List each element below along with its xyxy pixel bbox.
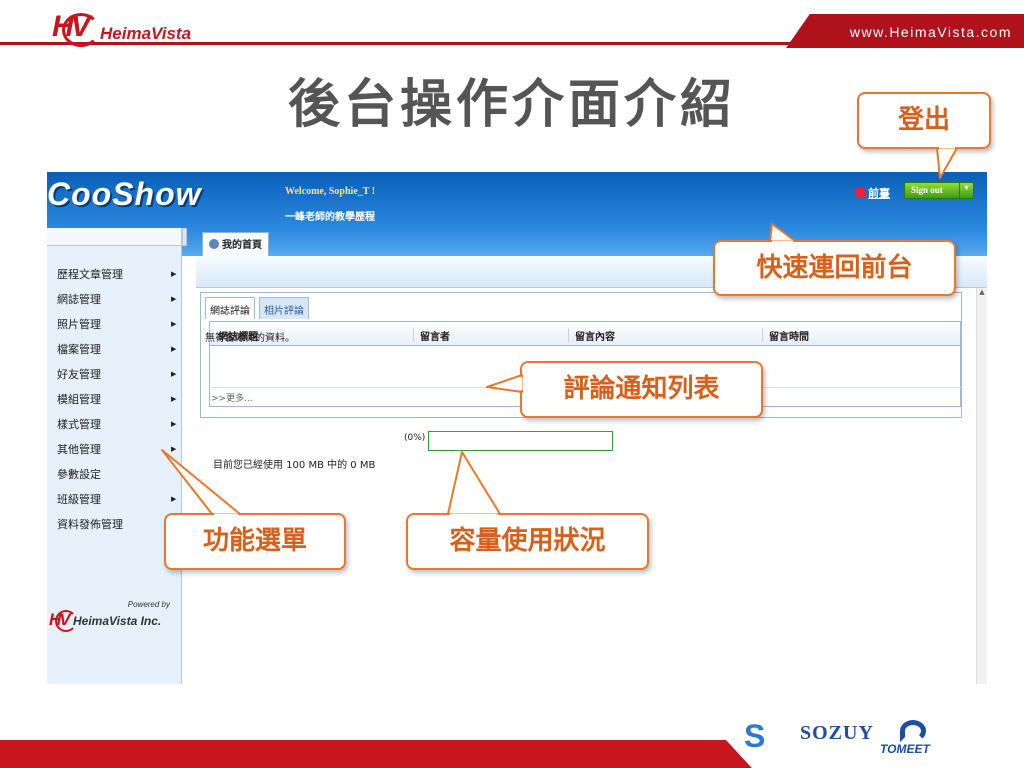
sign-out-label: Sign out <box>911 185 943 195</box>
footer-logo-tomeet: TOMEET <box>880 720 930 756</box>
chevron-down-icon[interactable]: ▾ <box>959 183 973 198</box>
home-globe-icon <box>209 239 219 249</box>
table-header: 網誌標題 留言者 留言內容 留言時間 <box>210 322 960 346</box>
callout-logout: 登出 <box>857 92 991 149</box>
logo-word: HeimaVista <box>100 24 192 43</box>
menu-item-settings[interactable]: 參數設定 <box>47 462 181 487</box>
menu-item-label: 網誌管理 <box>57 293 101 306</box>
chevron-right-icon: ▶ <box>171 320 177 328</box>
tab-blog-comments[interactable]: 網誌評論 <box>205 297 255 319</box>
menu-item-label: 照片管理 <box>57 318 101 331</box>
column-header-commenter[interactable]: 留言者 <box>413 328 450 343</box>
chevron-right-icon: ▶ <box>171 370 177 378</box>
tab-my-homepage[interactable]: 我的首頁 <box>202 232 269 256</box>
footer-logo-s: S <box>744 718 766 754</box>
chevron-right-icon: ▶ <box>171 295 177 303</box>
column-header-content[interactable]: 留言內容 <box>568 328 615 343</box>
menu-item-label: 參數設定 <box>57 468 101 481</box>
chevron-right-icon: ▶ <box>171 495 177 503</box>
sidebar-header <box>47 228 181 246</box>
frontend-link-label: 前臺 <box>868 187 890 200</box>
menu-item-blog[interactable]: 網誌管理 ▶ <box>47 287 181 312</box>
function-menu: 歷程文章管理 ▶ 網誌管理 ▶ 照片管理 ▶ 檔案管理 ▶ 好友管理 ▶ 模組管理 ▶ 樣式… <box>47 262 181 537</box>
tab-photo-comments[interactable]: 相片評論 <box>259 297 309 319</box>
footer-logo-sozuy: SOZUY <box>800 722 874 745</box>
menu-item-label: 好友管理 <box>57 368 101 381</box>
menu-item-label: 歷程文章管理 <box>57 268 123 281</box>
chevron-right-icon: ▶ <box>171 270 177 278</box>
capacity-usage-bar <box>428 431 613 451</box>
menu-item-modules[interactable]: 模組管理 ▶ <box>47 387 181 412</box>
welcome-text: Welcome, Sophie_T ! <box>285 186 376 197</box>
powered-by-logo: Powered by HV HeimaVista Inc. <box>47 598 182 658</box>
menu-item-photos[interactable]: 照片管理 ▶ <box>47 312 181 337</box>
menu-item-label: 其他管理 <box>57 443 101 456</box>
column-header-time[interactable]: 留言時間 <box>762 328 809 343</box>
callout-function-menu: 功能選單 <box>164 513 346 570</box>
tomeet-swirl-icon <box>900 720 926 742</box>
tomeet-name: TOMEET <box>880 742 930 756</box>
chevron-right-icon: ▶ <box>171 395 177 403</box>
menu-item-other[interactable]: 其他管理 ▶ <box>47 437 181 462</box>
callout-capacity: 容量使用狀況 <box>406 513 649 570</box>
menu-item-friends[interactable]: 好友管理 ▶ <box>47 362 181 387</box>
usage-percent: (0%) <box>404 433 426 443</box>
menu-item-label: 模組管理 <box>57 393 101 406</box>
menu-item-label: 資料發佈管理 <box>57 518 123 531</box>
main-content: 我的首頁 ▲ 網誌評論 相片評論 網誌標題 留言者 留言內容 留言時間 無符合條… <box>196 228 987 684</box>
chevron-right-icon: ▶ <box>171 445 177 453</box>
menu-item-files[interactable]: 檔案管理 ▶ <box>47 337 181 362</box>
website-url: www.HeimaVista.com <box>849 24 1012 40</box>
sign-out-button[interactable]: Sign out ▾ <box>904 182 974 199</box>
empty-result-text: 無符合條件的資料。 <box>205 333 295 344</box>
comment-tabs: 網誌評論 相片評論 <box>205 297 313 319</box>
callout-frontend: 快速連回前台 <box>713 240 956 296</box>
blog-subtitle: 一峰老師的教學歷程 <box>285 212 375 223</box>
menu-item-portfolio-articles[interactable]: 歷程文章管理 ▶ <box>47 262 181 287</box>
menu-item-label: 班級管理 <box>57 493 101 506</box>
menu-item-styles[interactable]: 樣式管理 ▶ <box>47 412 181 437</box>
menu-item-label: 樣式管理 <box>57 418 101 431</box>
frontend-link[interactable]: 前臺 <box>855 185 890 201</box>
house-icon <box>855 188 865 198</box>
powered-mark: HV <box>49 610 71 629</box>
heimavista-logo: HV HeimaVista <box>52 10 202 50</box>
callout-comment-list: 評論通知列表 <box>520 361 763 418</box>
app-brand: CooShow <box>47 176 202 212</box>
menu-item-publishing[interactable]: 資料發佈管理 <box>47 512 181 537</box>
logo-mark: HV <box>52 10 91 43</box>
powered-name: HeimaVista Inc. <box>73 614 162 628</box>
menu-item-classes[interactable]: 班級管理 ▶ <box>47 487 181 512</box>
sidebar-collapse-handle[interactable] <box>182 228 187 246</box>
slide: HV HeimaVista www.HeimaVista.com 後台操作介面介… <box>0 0 1024 768</box>
vertical-scrollbar[interactable]: ▲ <box>976 288 987 684</box>
menu-item-label: 檔案管理 <box>57 343 101 356</box>
chevron-right-icon: ▶ <box>171 345 177 353</box>
capacity-usage-text: 目前您已經使用 100 MB 中的 0 MB <box>213 460 376 471</box>
powered-by-text: Powered by <box>127 600 170 609</box>
tab-label: 我的首頁 <box>222 240 262 251</box>
chevron-right-icon: ▶ <box>171 420 177 428</box>
function-menu-sidebar: 歷程文章管理 ▶ 網誌管理 ▶ 照片管理 ▶ 檔案管理 ▶ 好友管理 ▶ 模組管理 ▶ 樣式… <box>47 228 182 684</box>
sozuy-name: SOZUY <box>800 722 874 744</box>
